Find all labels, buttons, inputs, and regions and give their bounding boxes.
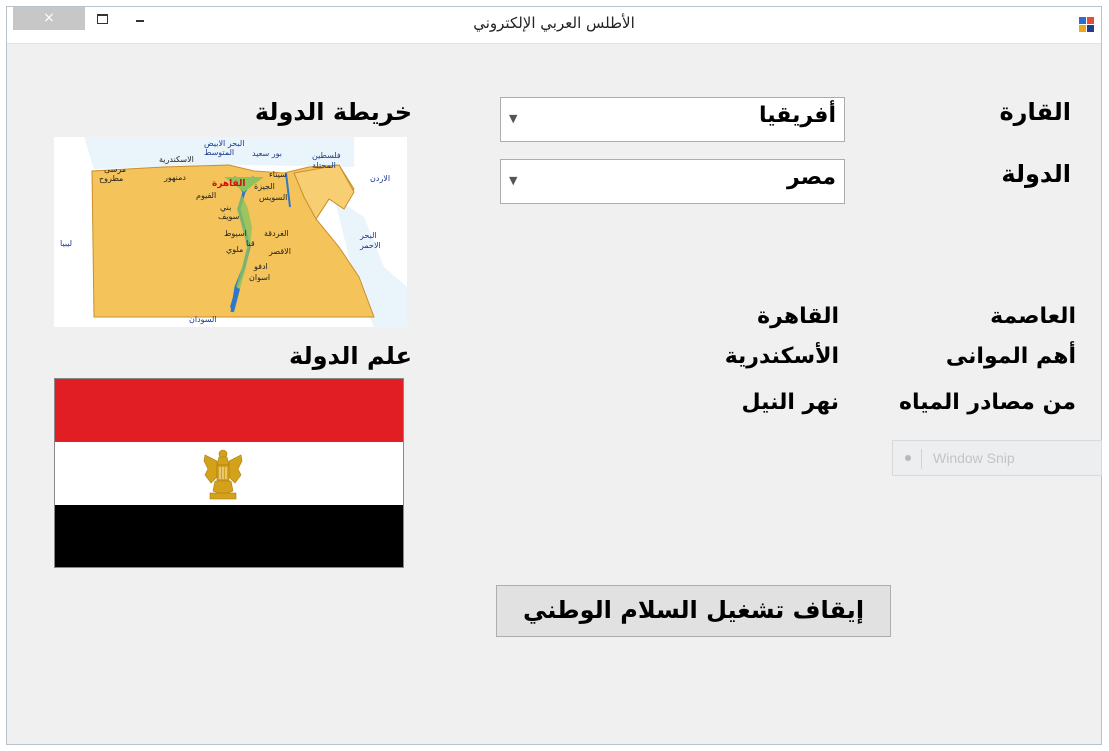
capital-value: القاهرة bbox=[757, 304, 839, 329]
country-flag-image bbox=[54, 378, 404, 568]
flag-black-stripe bbox=[55, 505, 403, 567]
country-map-image: البحر الابيض المتوسط بور سعيد فلسطين الم… bbox=[54, 137, 407, 327]
chevron-down-icon: ▼ bbox=[509, 174, 518, 187]
ports-value: الأسكندرية bbox=[724, 344, 839, 369]
map-label: خريطة الدولة bbox=[254, 98, 412, 126]
eagle-of-saladin-icon bbox=[203, 449, 243, 500]
stop-anthem-button[interactable]: إيقاف تشغيل السلام الوطني bbox=[496, 585, 891, 637]
continent-select[interactable]: أفريقيا ▼ bbox=[500, 97, 845, 142]
ports-label: أهم الموانى bbox=[945, 344, 1076, 369]
water-sources-label: من مصادر المياه bbox=[898, 390, 1076, 415]
snip-label: Window Snip bbox=[933, 450, 1015, 466]
country-select[interactable]: مصر ▼ bbox=[500, 159, 845, 204]
country-value: مصر bbox=[787, 165, 836, 190]
chevron-down-icon: ▼ bbox=[509, 112, 518, 125]
window-snip-overlay[interactable]: Window Snip bbox=[892, 440, 1102, 476]
water-sources-value: نهر النيل bbox=[741, 390, 839, 415]
flag-label: علم الدولة bbox=[289, 342, 412, 370]
app-icon bbox=[1079, 17, 1095, 33]
window-title: الأطلس العربي الإلكتروني bbox=[473, 14, 635, 32]
capital-label: العاصمة bbox=[990, 304, 1076, 329]
continent-label: القارة bbox=[999, 98, 1071, 126]
continent-value: أفريقيا bbox=[759, 103, 836, 128]
country-label: الدولة bbox=[1001, 160, 1071, 188]
flag-red-stripe bbox=[55, 379, 403, 442]
record-dot-icon bbox=[905, 455, 911, 461]
title-bar: × الأطلس العربي الإلكتروني bbox=[7, 7, 1101, 44]
